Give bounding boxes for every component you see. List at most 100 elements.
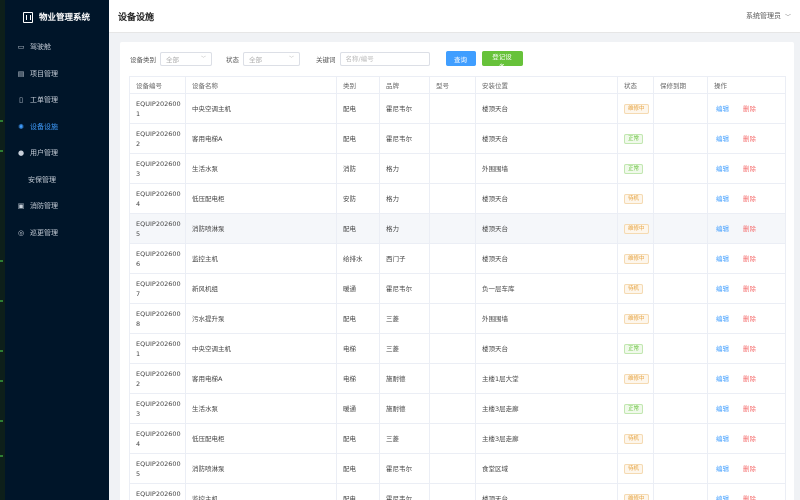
status-badge: 待机: [624, 284, 644, 294]
sidebar-menu: ▭ 驾驶舱 ▤ 项目管理 ▯ 工单管理 ✺ 设备设施 ● 用户管理安保管理 ▣ 消防管理 ◎ 巡更管理: [5, 34, 109, 246]
table-row[interactable]: EQUIP202600 3 生活水泵 消防 格力 外围围墙 正常 编辑 删除: [129, 153, 786, 184]
cell-brand: 格力: [379, 183, 430, 214]
delete-link[interactable]: 删除: [743, 495, 756, 500]
edit-link[interactable]: 编辑: [716, 495, 729, 500]
delete-link[interactable]: 删除: [743, 375, 756, 383]
delete-link[interactable]: 删除: [743, 225, 756, 233]
dashboard-icon: ▭: [17, 43, 25, 52]
table-row[interactable]: EQUIP202600 7 新风机组 暖通 霍尼韦尔 负一层车库 待机 编辑 删除: [129, 273, 786, 304]
edit-link[interactable]: 编辑: [716, 135, 729, 143]
edit-link[interactable]: 编辑: [716, 375, 729, 383]
delete-link[interactable]: 删除: [743, 435, 756, 443]
sidebar-item-2[interactable]: ▯ 工单管理: [5, 87, 109, 114]
table-row[interactable]: EQUIP202600 5 消防喷淋泵 配电 格力 楼顶天台 维修中 编辑 删除: [129, 213, 786, 244]
cell-equipment-id: EQUIP202600 3: [129, 153, 186, 184]
table-row[interactable]: EQUIP202600 4 低压配电柜 安防 格力 楼顶天台 待机 编辑 删除: [129, 183, 786, 214]
sidebar-item-3[interactable]: ✺ 设备设施: [5, 114, 109, 141]
strip-tick: [0, 150, 3, 152]
table-row[interactable]: EQUIP202600 1 中央空调主机 电梯 三菱 楼顶天台 正常 编辑 删除: [129, 333, 786, 364]
register-equipment-button[interactable]: 登记设备: [481, 51, 523, 71]
delete-link[interactable]: 删除: [743, 405, 756, 413]
sidebar-item-7[interactable]: ◎ 巡更管理: [5, 220, 109, 247]
status-label: 状态: [226, 55, 239, 64]
cell-status: 维修中: [617, 303, 654, 334]
table-row[interactable]: EQUIP202600 2 客用电梯A 配电 霍尼韦尔 楼顶天台 正常 编辑 删除: [129, 123, 786, 154]
fire-box-icon: ▣: [17, 202, 25, 211]
sidebar-item-label: 用户管理: [30, 149, 58, 158]
edit-link[interactable]: 编辑: [716, 465, 729, 473]
delete-link[interactable]: 删除: [743, 165, 756, 173]
edit-link[interactable]: 编辑: [716, 405, 729, 413]
cell-equipment-id: EQUIP202600 2: [129, 123, 186, 154]
strip-tick: [0, 380, 3, 382]
sidebar-item-1[interactable]: ▤ 项目管理: [5, 61, 109, 88]
edit-link[interactable]: 编辑: [716, 225, 729, 233]
edit-link[interactable]: 编辑: [716, 285, 729, 293]
edit-link[interactable]: 编辑: [716, 435, 729, 443]
document-icon: ▯: [19, 96, 23, 105]
user-icon: ●: [17, 149, 25, 158]
sidebar-item-0[interactable]: ▭ 驾驶舱: [5, 34, 109, 61]
sidebar-item-label: 巡更管理: [30, 228, 58, 237]
cell-brand: 三菱: [379, 423, 430, 454]
sidebar-item-6[interactable]: ▣ 消防管理: [5, 193, 109, 220]
edit-link[interactable]: 编辑: [716, 195, 729, 203]
status-select[interactable]: 全部 ﹀: [243, 51, 300, 66]
table-row[interactable]: EQUIP202600 4 低压配电柜 配电 三菱 主楼3层走廊 待机 编辑 删除: [129, 423, 786, 454]
equipment-id-line: 1: [136, 109, 141, 118]
equipment-id-line: EQUIP202600: [136, 459, 181, 468]
cell-category: 配电: [336, 303, 380, 334]
sidebar-item-5[interactable]: 安保管理: [5, 167, 109, 194]
keyword-input[interactable]: [339, 51, 430, 66]
cell-category: 暖通: [336, 273, 380, 304]
cell-status: 维修中: [617, 243, 654, 274]
sidebar-item-4[interactable]: ● 用户管理: [5, 140, 109, 167]
edit-link[interactable]: 编辑: [716, 345, 729, 353]
equipment-id-line: EQUIP202600: [136, 279, 181, 288]
cell-equipment-id: EQUIP202600 5: [129, 453, 186, 484]
equipment-id-line: EQUIP202600: [136, 489, 181, 498]
delete-link[interactable]: 删除: [743, 135, 756, 143]
table-row[interactable]: EQUIP202600 3 生活水泵 暖通 施耐德 主楼3层走廊 正常 编辑 删除: [129, 393, 786, 424]
column-header: 型号: [429, 76, 476, 94]
query-button[interactable]: 查询: [445, 51, 476, 66]
strip-tick: [0, 350, 3, 352]
delete-link[interactable]: 删除: [743, 285, 756, 293]
edit-link[interactable]: 编辑: [716, 315, 729, 323]
table-row[interactable]: EQUIP2026006监控主机配电霍尼韦尔 楼顶天台维修中 编辑 删除: [129, 483, 786, 500]
status-badge: 正常: [624, 344, 644, 354]
delete-link[interactable]: 删除: [743, 465, 756, 473]
table-row[interactable]: EQUIP202600 2 客用电梯A 电梯 施耐德 主楼1层大堂 维修中 编辑 删除: [129, 363, 786, 394]
cell-location: 食堂区域: [475, 453, 618, 484]
edit-link[interactable]: 编辑: [716, 255, 729, 263]
cell-warranty: [653, 93, 708, 124]
edit-link[interactable]: 编辑: [716, 165, 729, 173]
table-row[interactable]: EQUIP202600 8 污水提升泵 配电 三菱 外围围墙 维修中 编辑 删除: [129, 303, 786, 334]
delete-link[interactable]: 删除: [743, 105, 756, 113]
table-header-row: 设备编号 设备名称 类别 品牌 型号 安装位置 状态 保修到期 操作: [129, 76, 786, 94]
cell-category: 配电: [336, 453, 380, 484]
delete-link[interactable]: 删除: [743, 315, 756, 323]
cell-equipment-id: EQUIP202600 4: [129, 183, 186, 214]
cell-actions: 编辑 删除: [707, 333, 786, 364]
cell-brand: 霍尼韦尔: [379, 93, 430, 124]
user-menu[interactable]: 系统管理员 ﹀: [746, 11, 791, 21]
delete-link[interactable]: 删除: [743, 255, 756, 263]
status-badge: 维修中: [624, 374, 649, 384]
table-row[interactable]: EQUIP202600 6 监控主机 给排水 西门子 楼顶天台 维修中 编辑 删除: [129, 243, 786, 274]
cell-location: 楼顶天台: [475, 93, 618, 124]
status-select-value: 全部: [249, 55, 262, 64]
cell-location: 楼顶天台: [475, 243, 618, 274]
edit-link[interactable]: 编辑: [716, 105, 729, 113]
status-badge: 正常: [624, 404, 644, 414]
cell-warranty: [653, 213, 708, 244]
category-select[interactable]: 全部 ﹀: [160, 51, 212, 66]
table-row[interactable]: EQUIP202600 5 消防喷淋泵 配电 霍尼韦尔 食堂区域 待机 编辑 删除: [129, 453, 786, 484]
cell-model: [429, 333, 476, 364]
cell-location: 楼顶天台: [475, 333, 618, 364]
delete-link[interactable]: 删除: [743, 345, 756, 353]
cell-category: 给排水: [336, 243, 380, 274]
delete-link[interactable]: 删除: [743, 195, 756, 203]
table-row[interactable]: EQUIP202600 1 中央空调主机 配电 霍尼韦尔 楼顶天台 维修中 编辑 删除: [129, 93, 786, 124]
sidebar: 物业管理系统 ▭ 驾驶舱 ▤ 项目管理 ▯ 工单管理 ✺ 设备设施 ● 用户管理 安保管理 ▣ 消防管理…: [5, 0, 109, 500]
